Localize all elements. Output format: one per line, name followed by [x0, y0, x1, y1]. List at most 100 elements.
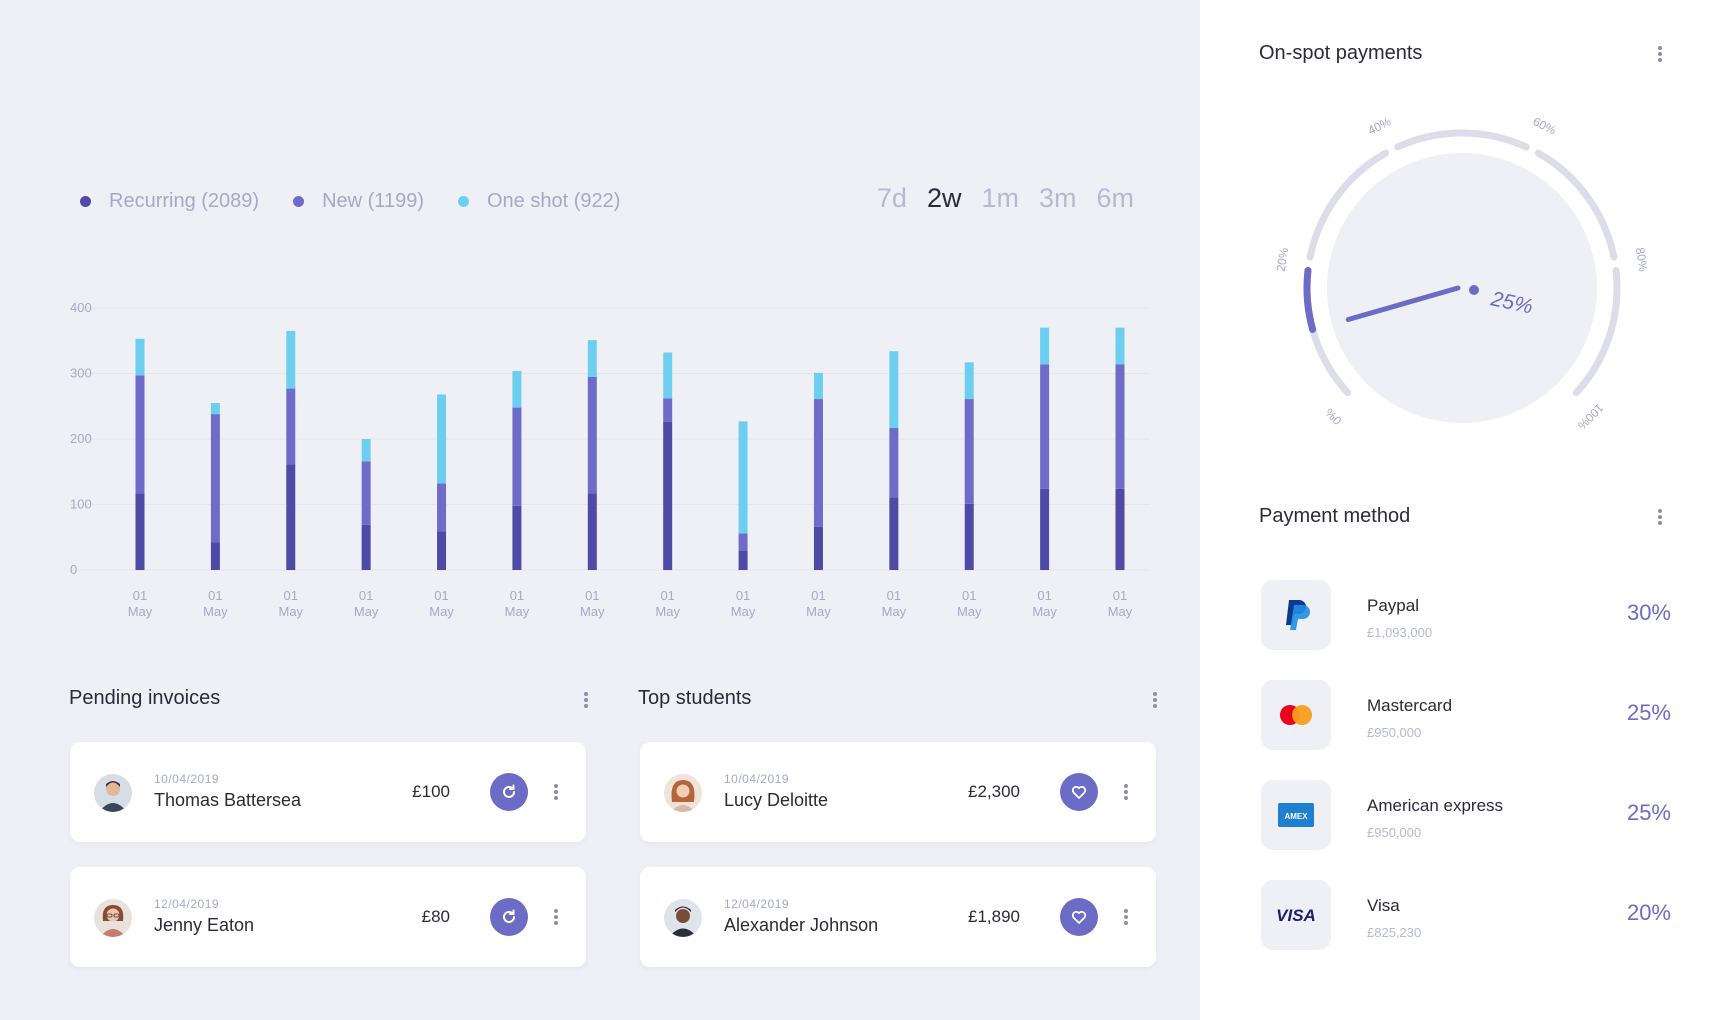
bar-segment — [813, 526, 823, 570]
gauge-face — [1327, 153, 1597, 423]
x-tick-label: May — [429, 604, 454, 619]
legend-dot-icon — [457, 196, 469, 207]
legend-item-one-shot: One shot (922) — [457, 190, 621, 213]
invoice-name: Thomas Battersea — [154, 790, 302, 810]
student-card[interactable]: 12/04/2019 Alexander Johnson £1,890 — [640, 867, 1156, 967]
bar-segment — [286, 330, 296, 389]
range-2w-button[interactable]: 2w — [927, 183, 962, 214]
refresh-icon — [503, 784, 515, 798]
bar-segment — [964, 503, 974, 570]
x-tick-label: 01 — [962, 588, 976, 603]
x-tick-label: 01 — [1037, 588, 1051, 603]
bar-segment — [1115, 327, 1125, 365]
x-tick-label: 01 — [1113, 588, 1127, 603]
bar-segment — [738, 421, 748, 534]
bar-segment — [587, 340, 597, 377]
invoice-card[interactable]: 10/04/2019 Thomas Battersea £100 — [70, 742, 586, 842]
x-tick-label: May — [128, 604, 153, 619]
student-card[interactable]: 10/04/2019 Lucy Deloitte £2,300 — [640, 742, 1156, 842]
favorite-button[interactable] — [1060, 898, 1098, 936]
y-tick-label: 0 — [70, 562, 77, 577]
x-tick-label: 01 — [811, 588, 825, 603]
bar-segment — [663, 352, 673, 399]
gauge-tick-label: 60% — [1531, 114, 1559, 138]
invoice-card[interactable]: 12/04/2019 Jenny Eaton £80 — [70, 867, 586, 967]
refresh-button[interactable] — [490, 773, 528, 811]
gauge-value-arc — [1303, 266, 1317, 333]
y-tick-label: 200 — [70, 431, 92, 446]
bar-segment — [813, 399, 823, 527]
visa-icon: VISA — [1261, 880, 1331, 950]
y-tick-label: 400 — [70, 300, 92, 315]
bar-segment — [889, 427, 899, 498]
bar-segment — [135, 338, 145, 376]
invoice-date: 10/04/2019 — [154, 772, 220, 786]
payment-name: Visa — [1367, 896, 1400, 915]
legend-label: One shot (922) — [486, 190, 621, 212]
range-7d-button[interactable]: 7d — [877, 183, 907, 214]
y-tick-label: 300 — [70, 366, 92, 381]
bar-segment — [587, 493, 597, 570]
amex-icon: AMEX — [1261, 780, 1331, 850]
range-6m-button[interactable]: 6m — [1096, 183, 1134, 214]
student-amount: £2,300 — [968, 782, 1020, 801]
refresh-button[interactable] — [490, 898, 528, 936]
pending-invoices-title: Pending invoices — [69, 687, 221, 709]
onspot-more-icon[interactable] — [1650, 43, 1670, 65]
bar-segment — [1040, 327, 1050, 365]
student-date: 10/04/2019 — [724, 772, 790, 786]
bar-segment — [889, 497, 899, 570]
student-date: 12/04/2019 — [724, 897, 790, 911]
gauge-tick-label: 20% — [1274, 246, 1292, 272]
x-tick-label: May — [806, 604, 831, 619]
bar-segment — [663, 421, 673, 570]
bar-segment — [361, 524, 371, 570]
range-1m-button[interactable]: 1m — [981, 183, 1019, 214]
x-tick-label: May — [731, 604, 756, 619]
bar-segment — [437, 394, 447, 484]
bar-segment — [210, 542, 220, 570]
bar-segment — [210, 414, 220, 543]
x-tick-label: May — [882, 604, 907, 619]
payment-row-mastercard[interactable]: Mastercard £950,000 25% — [1261, 680, 1671, 750]
avatar — [94, 774, 132, 812]
bar-segment — [1040, 488, 1050, 570]
range-selector: 7d 2w 1m 3m 6m — [857, 183, 1134, 214]
legend-item-recurring: Recurring (2089) — [80, 190, 259, 213]
invoice-more-icon[interactable] — [546, 781, 566, 803]
bar-segment — [135, 493, 145, 570]
bar-segment — [437, 531, 447, 570]
invoice-amount: £80 — [421, 907, 450, 926]
payment-method-more-icon[interactable] — [1650, 506, 1670, 528]
bar-segment — [361, 439, 371, 462]
bar-segment — [889, 351, 899, 428]
favorite-button[interactable] — [1060, 773, 1098, 811]
gauge-tick-label: 0% — [1322, 405, 1344, 427]
payment-row-visa[interactable]: VISA Visa £825,230 20% — [1261, 880, 1671, 950]
payment-row-paypal[interactable]: Paypal £1,093,000 30% — [1261, 580, 1671, 650]
range-3m-button[interactable]: 3m — [1039, 183, 1077, 214]
payment-percent: 20% — [1626, 900, 1671, 925]
x-tick-label: 01 — [434, 588, 448, 603]
bar-segment — [135, 375, 145, 494]
x-tick-label: May — [1108, 604, 1133, 619]
onspot-gauge: 0%20%40% 60%80%100% 25% — [1274, 114, 1651, 433]
bar-segment — [813, 372, 823, 400]
student-more-icon[interactable] — [1116, 906, 1136, 928]
x-tick-label: May — [505, 604, 530, 619]
legend-label: Recurring (2089) — [109, 190, 260, 212]
x-tick-label: 01 — [510, 588, 524, 603]
avatar — [94, 899, 132, 937]
pending-more-icon[interactable] — [576, 689, 596, 711]
bar-segment — [1040, 364, 1050, 489]
invoice-date: 12/04/2019 — [154, 897, 220, 911]
payment-row-amex[interactable]: AMEX American express £950,000 25% — [1261, 780, 1671, 850]
visa-logo-text: VISA — [1276, 906, 1316, 925]
student-more-icon[interactable] — [1116, 781, 1136, 803]
bar-segment — [286, 464, 296, 570]
students-more-icon[interactable] — [1145, 689, 1165, 711]
bar-segment — [512, 505, 522, 570]
invoice-more-icon[interactable] — [546, 906, 566, 928]
legend-item-new: New (1199) — [293, 190, 424, 213]
gauge-tick-label: 100% — [1575, 401, 1607, 433]
